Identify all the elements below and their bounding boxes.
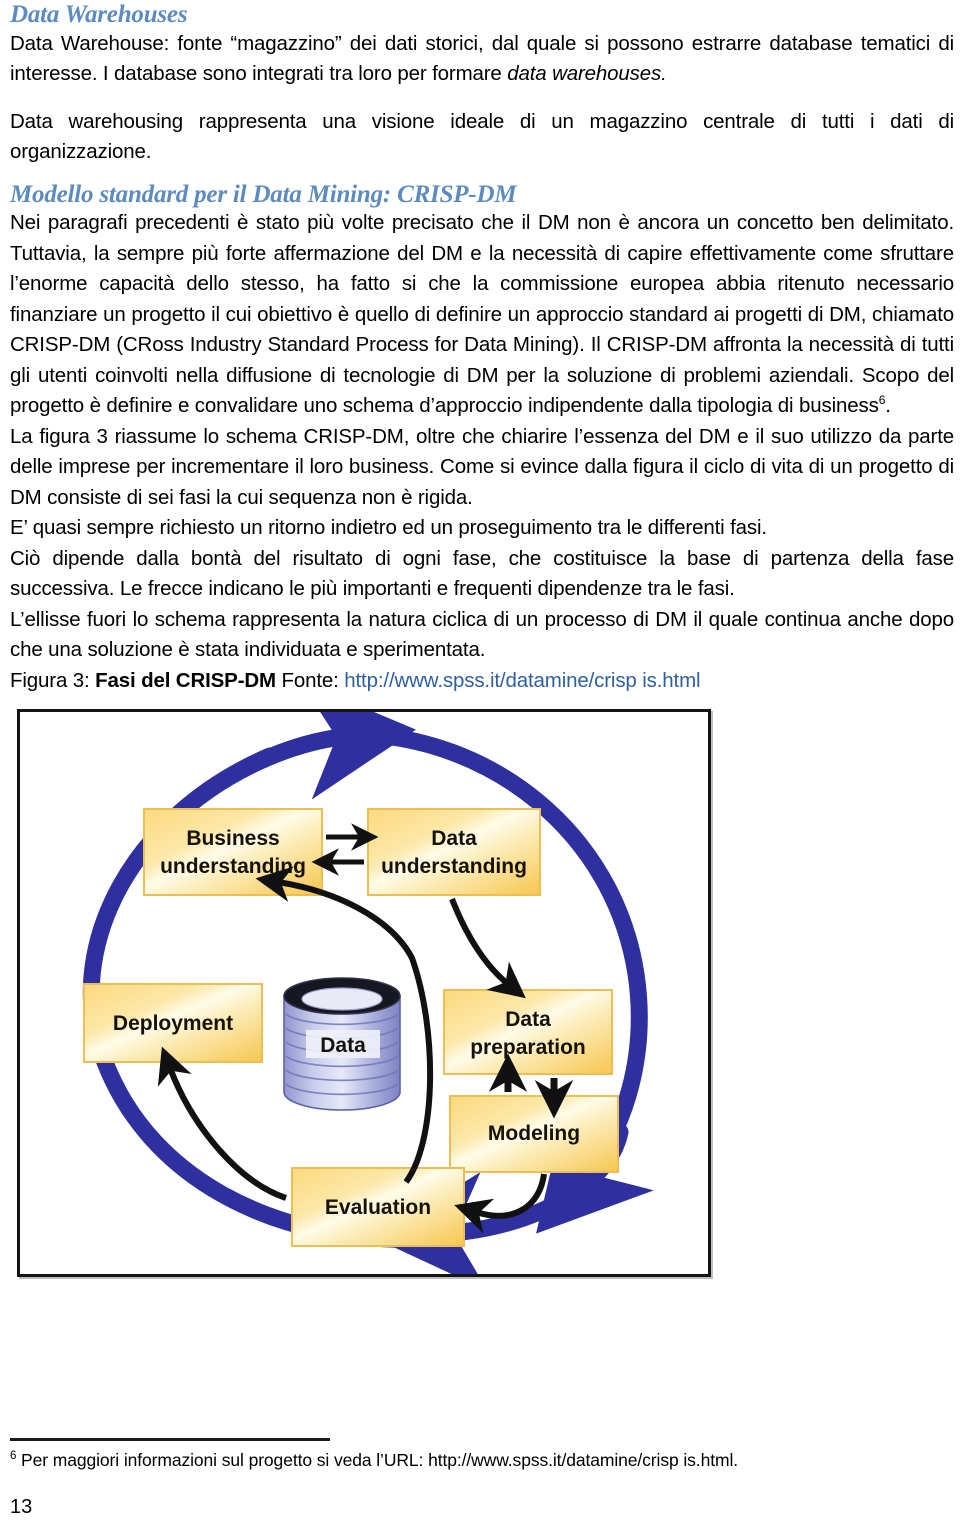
node-modeling: Modeling <box>449 1095 619 1173</box>
evaluation-label: Evaluation <box>325 1196 431 1219</box>
page-number: 13 <box>10 1496 33 1518</box>
data-understanding-line2: understanding <box>381 855 527 878</box>
business-understanding-line1: Business <box>186 827 279 850</box>
warehouse-def-italic: data warehouses. <box>507 62 667 85</box>
data-preparation-line2: preparation <box>470 1036 586 1059</box>
business-understanding-line2: understanding <box>160 855 306 878</box>
paragraph-warehousing-vision: Data warehousing rappresenta una visione… <box>10 109 954 164</box>
deployment-label: Deployment <box>113 1012 233 1035</box>
warehouse-def-text: Data Warehouse: fonte “magazzino” dei da… <box>10 31 954 86</box>
node-evaluation: Evaluation <box>291 1167 465 1247</box>
modeling-label: Modeling <box>488 1122 580 1145</box>
paragraph-phase-dependencies: Ciò dipende dalla bontà del risultato di… <box>10 546 954 601</box>
paragraph-crisp-intro: Nei paragrafi precedenti è stato più vol… <box>10 208 954 422</box>
node-deployment: Deployment <box>83 983 263 1063</box>
node-business-understanding: Business understanding <box>143 808 323 896</box>
node-data-understanding: Data understanding <box>367 808 541 896</box>
footnote-text: 6 Per maggiori informazioni sul progetto… <box>10 1448 950 1472</box>
node-data-preparation: Data preparation <box>443 989 613 1075</box>
document-page: Data Warehouses Data Warehouse: fonte “m… <box>0 0 960 1530</box>
figure-caption-source-label: Fonte: <box>275 668 345 692</box>
paragraph-iteration: E’ quasi sempre richiesto un ritorno ind… <box>10 516 767 539</box>
footnote-body: Per maggiori informazioni sul progetto s… <box>16 1450 738 1470</box>
paragraph-cyclic-nature: L’ellisse fuori lo schema rappresenta la… <box>10 607 954 662</box>
heading-data-warehouses: Data Warehouses <box>10 1 188 28</box>
crisp-dm-figure: Business understanding Data understandin… <box>17 709 711 1277</box>
node-data-store: Data <box>283 977 401 1111</box>
figure-source-url[interactable]: http://www.spss.it/datamine/crisp is.htm… <box>344 669 700 692</box>
heading-crisp-dm: Modello standard per il Data Mining: CRI… <box>10 180 517 208</box>
paragraph-warehouse-definition: Data Warehouse: fonte “magazzino” dei da… <box>10 29 954 90</box>
crisp-intro-text: Nei paragrafi precedenti è stato più vol… <box>10 211 954 417</box>
crisp-dm-svg: Business understanding Data understandin… <box>20 712 708 1274</box>
figure-caption-title: Fasi del CRISP-DM <box>95 668 276 692</box>
data-preparation-line1: Data <box>505 1008 551 1031</box>
figure-caption: Figura 3: Fasi del CRISP-DM Fonte: http:… <box>10 666 954 697</box>
paragraph-figure-summary: La figura 3 riassume lo schema CRISP-DM,… <box>10 424 954 509</box>
footnote-separator <box>10 1438 330 1441</box>
footnote-area: 6 Per maggiori informazioni sul progetto… <box>10 1438 950 1530</box>
figure-caption-prefix: Figura 3: <box>10 668 96 692</box>
crisp-intro-text-end: . <box>885 394 891 417</box>
data-understanding-line1: Data <box>431 827 477 850</box>
data-store-label: Data <box>320 1034 366 1057</box>
crisp-dm-diagram-image: Business understanding Data understandin… <box>20 712 708 1274</box>
